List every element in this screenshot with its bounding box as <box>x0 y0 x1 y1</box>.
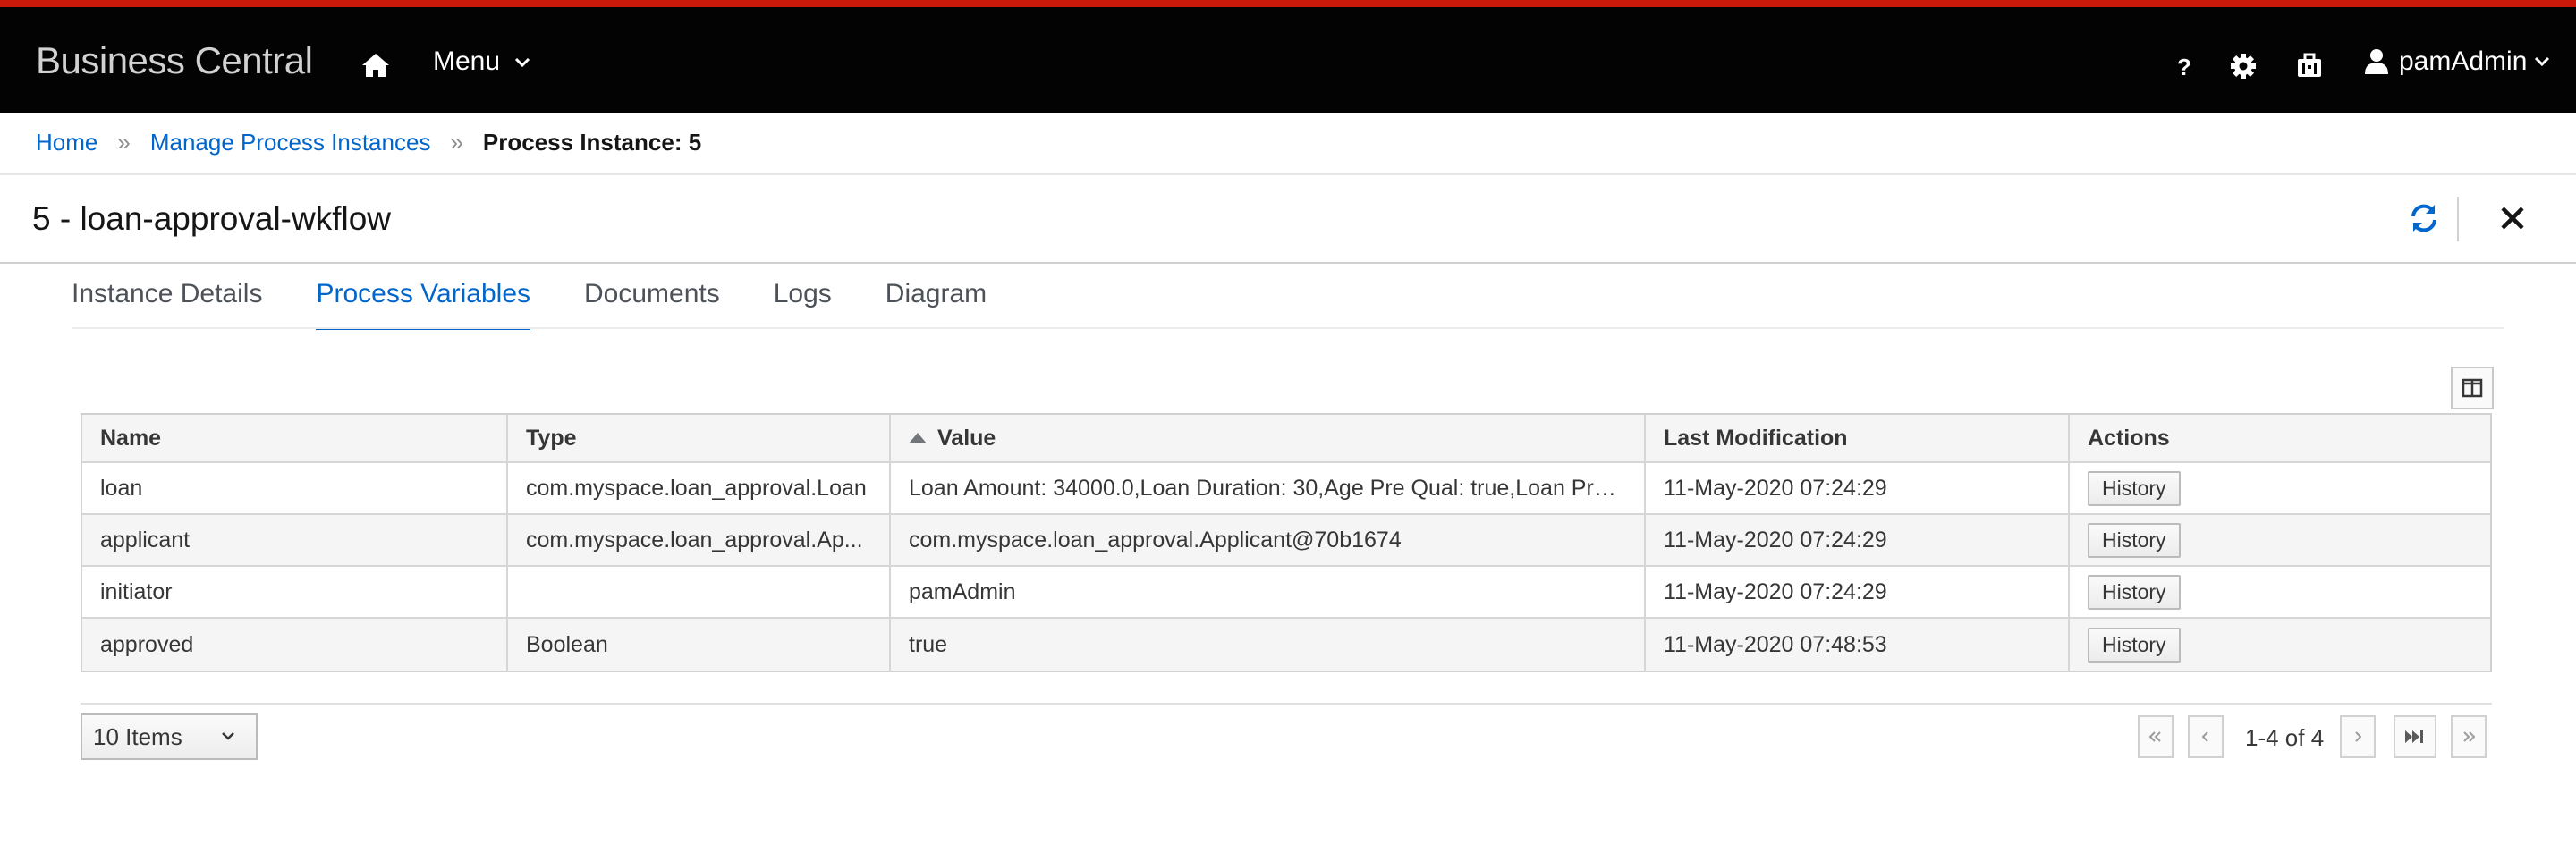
cell-value-text: Loan Amount: 34000.0,Loan Duration: 30,A… <box>909 475 1626 501</box>
column-header-value-label: Value <box>937 425 996 451</box>
refresh-icon <box>2411 204 2436 232</box>
cell-value: pamAdmin <box>891 567 1646 617</box>
user-menu[interactable]: pamAdmin <box>2363 46 2550 77</box>
history-button[interactable]: History <box>2088 470 2181 506</box>
cell-last-modification: 11-May-2020 07:24:29 <box>1646 463 2070 513</box>
cell-last-modification: 11-May-2020 07:48:53 <box>1646 619 2070 671</box>
cell-value: com.myspace.loan_approval.Applicant@70b1… <box>891 515 1646 565</box>
divider <box>0 262 2576 264</box>
cell-value-text: pamAdmin <box>909 578 1016 604</box>
toolbar-divider <box>2457 197 2459 241</box>
divider <box>80 703 2492 705</box>
process-variables-table: Name Type Value Last Modification Action… <box>80 413 2492 672</box>
breadcrumb-separator: » <box>117 129 131 156</box>
cell-type: com.myspace.loan_approval.Loan <box>508 463 891 513</box>
cell-actions: History <box>2070 619 2490 671</box>
table-row[interactable]: initiator pamAdmin 11-May-2020 07:24:29 … <box>82 567 2490 619</box>
history-button[interactable]: History <box>2088 627 2181 663</box>
cell-name: applicant <box>82 515 508 565</box>
cell-type: Boolean <box>508 619 891 671</box>
chevron-down-icon <box>2535 56 2550 67</box>
svg-text:?: ? <box>2177 54 2191 80</box>
history-button[interactable]: History <box>2088 522 2181 558</box>
cell-last-modification: 11-May-2020 07:24:29 <box>1646 567 2070 617</box>
cell-name: loan <box>82 463 508 513</box>
previous-page-button[interactable] <box>2188 715 2224 758</box>
column-header-type[interactable]: Type <box>508 415 891 461</box>
settings-button[interactable] <box>2229 52 2258 80</box>
cell-actions: History <box>2070 463 2490 513</box>
breadcrumb-separator: » <box>450 129 463 156</box>
column-header-actions: Actions <box>2088 425 2170 451</box>
home-button[interactable] <box>360 49 392 81</box>
cell-actions: History <box>2070 515 2490 565</box>
chevron-down-icon <box>515 58 530 68</box>
close-button[interactable] <box>2499 205 2526 232</box>
user-name: pamAdmin <box>2399 46 2528 76</box>
tab-process-variables[interactable]: Process Variables <box>316 279 530 330</box>
first-page-button[interactable] <box>2138 715 2174 758</box>
cell-value: Loan Amount: 34000.0,Loan Duration: 30,A… <box>891 463 1646 513</box>
top-navbar: Business Central Menu ? pamAdmin <box>0 0 2576 113</box>
column-header-value[interactable]: Value <box>891 415 1646 461</box>
cell-value-text: true <box>909 631 948 657</box>
cell-name: approved <box>82 619 508 671</box>
tab-documents[interactable]: Documents <box>584 279 720 327</box>
skip-to-end-icon <box>2405 730 2423 743</box>
tab-instance-details[interactable]: Instance Details <box>72 279 262 327</box>
home-icon <box>362 54 389 77</box>
column-header-last-modification[interactable]: Last Modification <box>1646 415 2070 461</box>
refresh-button[interactable] <box>2408 202 2440 234</box>
breadcrumb-home-link[interactable]: Home <box>36 129 97 156</box>
tasks-button[interactable] <box>2295 52 2324 80</box>
help-button[interactable]: ? <box>2168 52 2197 80</box>
page-size-select[interactable]: 10 Items <box>80 713 258 760</box>
breadcrumb: Home » Manage Process Instances » Proces… <box>36 129 701 156</box>
cell-type <box>508 567 891 617</box>
cell-last-modification: 11-May-2020 07:24:29 <box>1646 515 2070 565</box>
tab-bar: Instance Details Process Variables Docum… <box>72 279 1040 330</box>
brand-logo[interactable]: Business Central <box>36 39 313 82</box>
breadcrumb-manage-process-instances-link[interactable]: Manage Process Instances <box>150 129 431 156</box>
cell-actions: History <box>2070 567 2490 617</box>
column-picker-button[interactable] <box>2451 367 2494 409</box>
cell-value: true <box>891 619 1646 671</box>
tab-diagram[interactable]: Diagram <box>886 279 987 327</box>
table-header-row: Name Type Value Last Modification Action… <box>82 415 2490 463</box>
columns-icon <box>2462 378 2483 398</box>
double-chevron-right-icon <box>2463 731 2476 742</box>
chevron-left-icon <box>2201 731 2208 742</box>
table-row[interactable]: applicant com.myspace.loan_approval.Ap..… <box>82 515 2490 567</box>
sort-ascending-icon <box>909 433 927 443</box>
cell-value-text: com.myspace.loan_approval.Applicant@70b1… <box>909 527 1402 553</box>
jump-forward-button[interactable] <box>2451 715 2487 758</box>
pagination-info: 1-4 of 4 <box>2245 724 2325 751</box>
tab-bar-underline <box>72 327 2504 329</box>
tab-logs[interactable]: Logs <box>774 279 832 327</box>
page-title: 5 - loan-approval-wkflow <box>32 200 392 237</box>
chevron-right-icon <box>2355 731 2362 742</box>
divider <box>0 173 2576 175</box>
cell-name: initiator <box>82 567 508 617</box>
close-icon <box>2501 207 2524 230</box>
next-page-button[interactable] <box>2340 715 2376 758</box>
chevron-down-icon <box>222 732 234 740</box>
user-icon <box>2365 49 2388 74</box>
page-size-value: 10 Items <box>93 722 182 750</box>
last-page-button[interactable] <box>2394 715 2436 758</box>
breadcrumb-current: Process Instance: 5 <box>482 129 702 156</box>
gear-icon <box>2231 54 2256 79</box>
column-header-name[interactable]: Name <box>82 415 508 461</box>
briefcase-icon <box>2298 53 2321 77</box>
history-button[interactable]: History <box>2088 574 2181 610</box>
cell-type: com.myspace.loan_approval.Ap... <box>508 515 891 565</box>
menu-label: Menu <box>433 46 501 76</box>
double-chevron-left-icon <box>2148 731 2161 742</box>
table-row[interactable]: loan com.myspace.loan_approval.Loan Loan… <box>82 463 2490 515</box>
menu-dropdown[interactable]: Menu <box>433 46 530 77</box>
table-row[interactable]: approved Boolean true 11-May-2020 07:48:… <box>82 619 2490 671</box>
help-icon: ? <box>2177 54 2191 80</box>
